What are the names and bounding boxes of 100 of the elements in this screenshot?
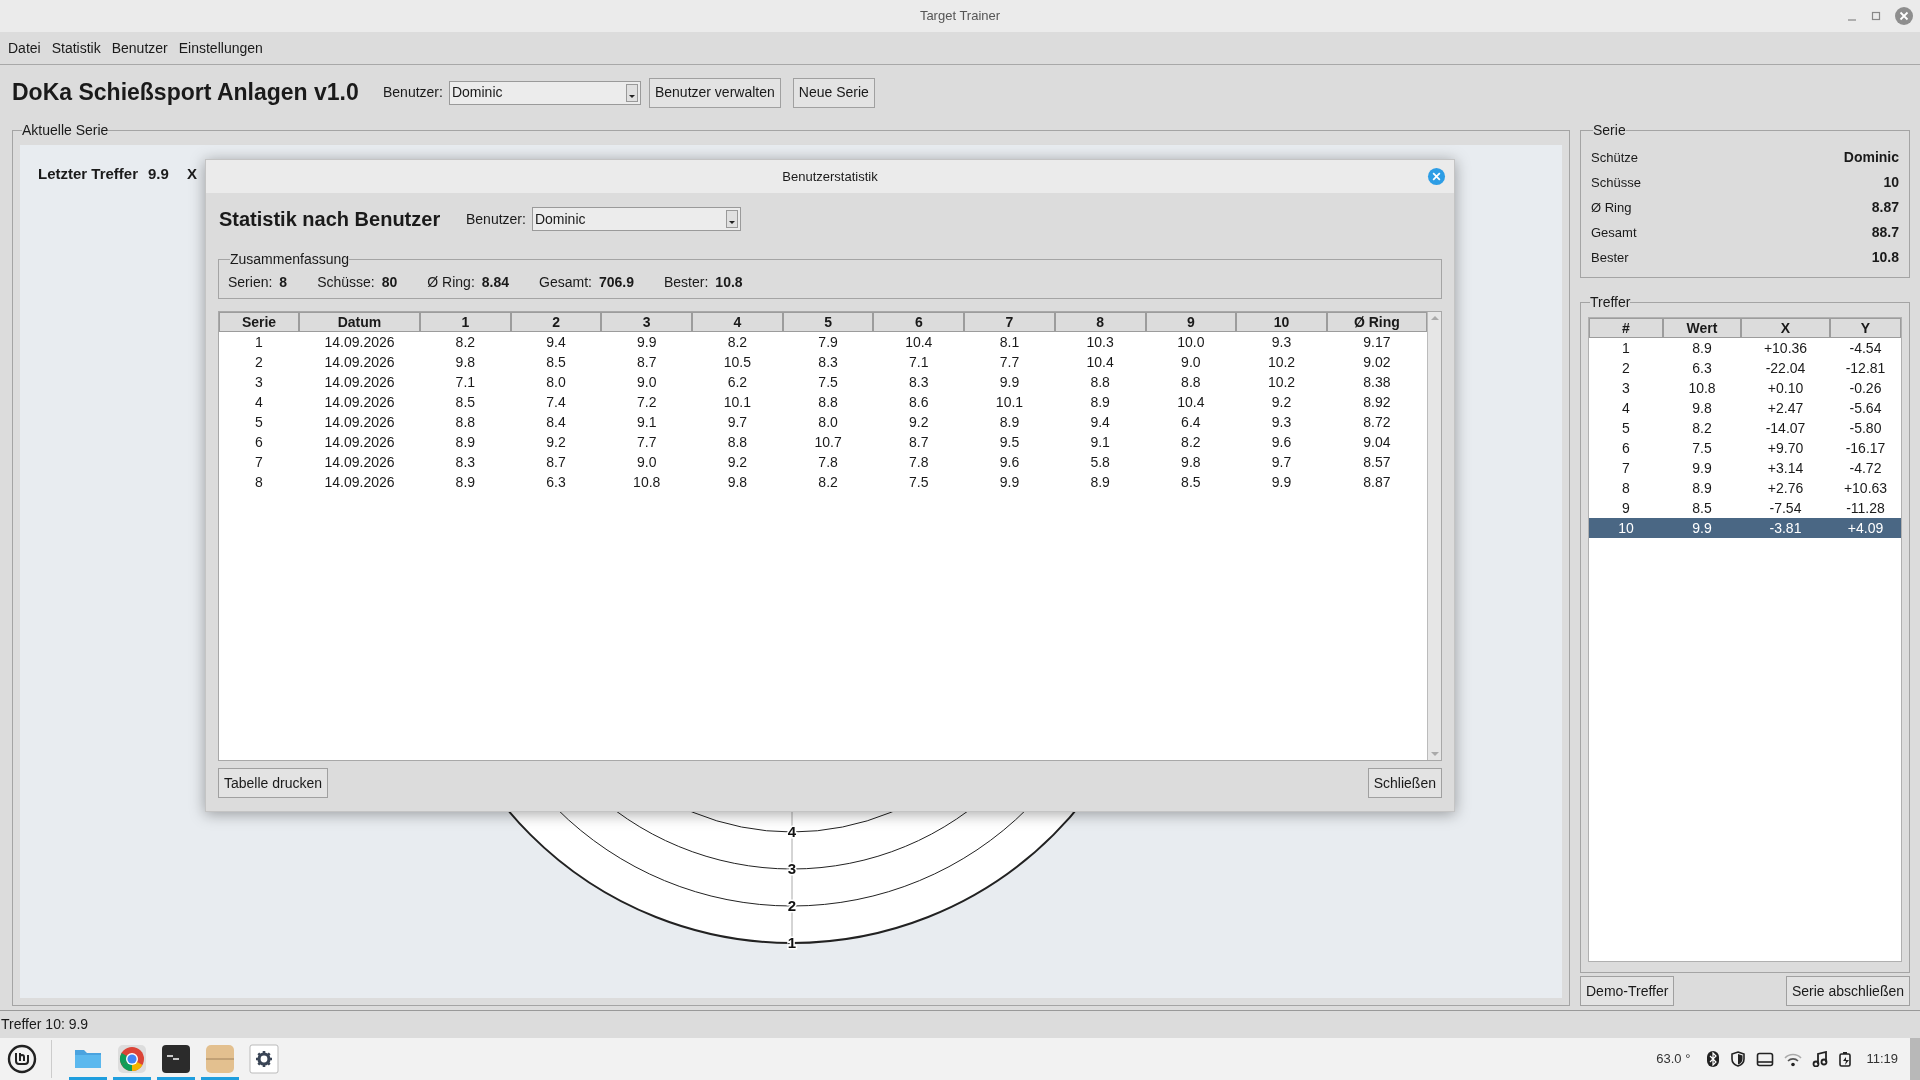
table-cell-text: 8.5 [454,392,477,412]
group-title: Treffer [1590,293,1631,312]
column-header[interactable]: # [1589,318,1663,338]
table-cell-text: 14.09.2026 [323,352,396,372]
table-cell-text: 6.3 [545,472,567,492]
column-header[interactable]: X [1741,318,1830,338]
column-header[interactable]: 8 [1054,312,1146,332]
column-header[interactable]: 9 [1145,312,1237,332]
table-cell-text: 8.72 [1362,412,1392,432]
column-header[interactable]: 1 [420,312,511,332]
table-cell-text: 7 [254,452,264,472]
table-cell-text: 10.2 [1266,372,1297,392]
bluetooth-icon[interactable] [1706,1051,1721,1067]
table-cell-text: -4.72 [1848,458,1883,478]
table-cell-text: 9.2 [726,452,749,472]
scrollbar[interactable] [1910,1038,1920,1080]
music-note-icon[interactable] [1812,1051,1829,1067]
table-cell-text: 8.9 [1691,338,1713,358]
column-header[interactable]: Y [1830,318,1901,338]
table-cell-text: 10 [1617,518,1635,538]
browser-icon[interactable] [117,1044,147,1074]
summary-label: Ø Ring: [427,273,475,292]
last-hit-value: 9.9 [148,164,169,184]
settings-icon[interactable] [249,1044,279,1074]
group-title: Aktuelle Serie [22,121,109,140]
table-cell-text: 6 [254,432,264,452]
column-header[interactable]: Wert [1663,318,1741,338]
column-header[interactable]: Serie [219,312,299,332]
table-cell-text: 10.5 [722,352,753,372]
table-cell-text: -22.04 [1764,358,1807,378]
table-cell-text: 8.5 [1180,472,1202,492]
menu-item[interactable]: Benutzer [106,37,173,59]
dropdown-caret-icon[interactable] [625,83,638,102]
table-cell-text: 8.2 [1180,432,1202,452]
table-row[interactable]: 10 9.9 -3.81 +4.09 [1589,518,1901,538]
display-icon[interactable] [1756,1051,1775,1067]
column-header[interactable]: Ø Ring [1326,312,1427,332]
menu-item[interactable]: Einstellungen [173,37,268,59]
demo-hit-button[interactable]: Demo-Treffer [1580,976,1675,1006]
table-cell-text: 9.17 [1362,332,1392,352]
close-icon[interactable] [1894,6,1914,26]
table-cell-text: 9.6 [1270,432,1293,452]
column-header[interactable]: 4 [692,312,783,332]
table-cell-text: 8.9 [1089,472,1111,492]
status-text: Treffer 10: 9.9 [0,1015,89,1034]
clock-text[interactable]: 11:19 [1866,1049,1898,1069]
table-cell-text: 9.7 [726,412,749,432]
menu-item[interactable]: Datei [3,37,46,59]
column-header[interactable]: 10 [1236,312,1327,332]
maximize-icon[interactable] [1870,10,1882,22]
table-cell-text: 9.2 [908,412,930,432]
user-dropdown[interactable]: Dominic [448,80,641,105]
close-icon[interactable] [1427,167,1446,186]
table-cell-text: 7.5 [908,472,930,492]
column-header[interactable]: 7 [964,312,1055,332]
table-cell-text: 9.2 [1270,392,1293,412]
shield-icon[interactable] [1730,1051,1747,1067]
dialog-heading: Statistik nach Benutzer [219,207,442,232]
finish-series-button[interactable]: Serie abschließen [1785,976,1910,1006]
stat-label: Bester [1591,248,1629,267]
print-table-button[interactable]: Tabelle drucken [218,768,329,798]
table-cell-text: 9.1 [1089,432,1111,452]
battery-icon[interactable] [1838,1051,1853,1067]
table-cell-text: 8.9 [998,412,1021,432]
table-cell-text: 1 [254,332,264,352]
terminal-icon[interactable] [161,1044,191,1074]
column-header[interactable]: 6 [873,312,965,332]
menu-item[interactable]: Statistik [46,37,106,59]
table-cell-text: 3 [1621,378,1631,398]
menu-icon[interactable] [7,1044,37,1074]
table-cell-text: 7.9 [817,332,839,352]
table-cell-text: 7.2 [636,392,658,412]
table-cell-text: 8.7 [636,352,658,372]
close-button[interactable]: Schließen [1367,768,1442,798]
dropdown-caret-icon[interactable] [725,210,738,228]
wifi-icon[interactable] [1784,1051,1803,1067]
column-header[interactable]: Datum [299,312,420,332]
table-cell-text: 8.92 [1362,392,1392,412]
summary-label: Gesamt: [539,273,592,292]
table-cell-text: 8.0 [545,372,567,392]
table-cell-text: 8.8 [454,412,477,432]
column-header[interactable]: 3 [601,312,693,332]
table-cell-text: 8.8 [817,392,839,412]
column-header[interactable]: 5 [782,312,874,332]
table-cell-text: 9.0 [1180,352,1202,372]
table-cell-text: 6.2 [726,372,749,392]
table-cell-text: 14.09.2026 [323,472,396,492]
table-cell-text: 9.4 [1089,412,1111,432]
running-indicator [157,1077,195,1080]
column-header[interactable]: 2 [510,312,602,332]
table-cell-text: 9.9 [1691,458,1713,478]
table-cell-text: 8.9 [454,432,477,452]
box-icon[interactable] [205,1044,235,1074]
summary-value: 8.84 [481,273,510,292]
table-cell-text: 8 [1621,478,1631,498]
manage-users-button[interactable]: Benutzer verwalten [648,77,781,108]
user-dropdown[interactable]: Dominic [531,207,741,231]
new-series-button[interactable]: Neue Serie [792,77,875,108]
table-cell-text: 8.9 [1089,392,1111,412]
table-cell-text: 9.9 [1270,472,1293,492]
